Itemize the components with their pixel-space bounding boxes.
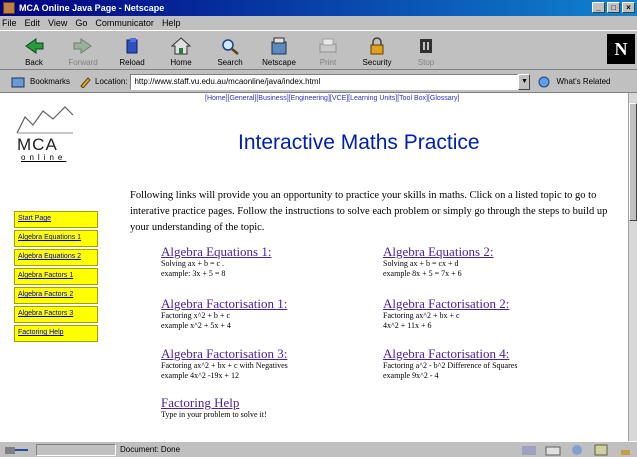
menu-view[interactable]: View: [48, 18, 67, 28]
menu-help[interactable]: Help: [162, 18, 181, 28]
security-icon: [367, 37, 387, 55]
whats-related-label: What's Related: [556, 77, 611, 86]
top-navigation-links[interactable]: [Home][General][Business][Engineering][V…: [205, 95, 459, 102]
topic-algebra-factorisation-4: Algebra Factorisation 4: Factoring a^2 -…: [383, 346, 517, 381]
print-icon: [318, 37, 338, 55]
topic-algebra-factorisation-3: Algebra Factorisation 3: Factoring ax^2 …: [161, 346, 288, 381]
scrollbar-thumb[interactable]: [629, 103, 637, 221]
stop-button[interactable]: Stop: [402, 31, 450, 69]
topic-example: example x^2 + 5x + 4: [161, 321, 231, 330]
sidebar-item-start-page[interactable]: Start Page: [14, 211, 98, 228]
forward-button[interactable]: Forward: [59, 31, 107, 69]
logo-graph-icon: [16, 106, 74, 134]
window-title-bar[interactable]: MCA Online Java Page - Netscape _ □ ×: [0, 0, 637, 16]
topic-description: Type in your problem to solve it!: [161, 410, 267, 419]
topic-description: Solving ax + b = c .: [161, 259, 225, 268]
location-icon[interactable]: [78, 76, 92, 88]
topic-algebra-equations-1: Algebra Equations 1: Solving ax + b = c …: [161, 244, 271, 279]
search-icon: [220, 37, 240, 55]
sidebar-item-algebra-factors-1[interactable]: Algebra Factors 1: [14, 268, 98, 285]
bookmarks-icon: [11, 77, 25, 87]
topic-link[interactable]: Algebra Equations 1:: [161, 244, 271, 259]
topic-example: example 8x + 5 = 7x + 6: [383, 269, 462, 278]
topic-description: Factoring ax^2 + bx + c with Negatives: [161, 361, 288, 370]
status-bar: Document: Done: [0, 441, 637, 457]
topic-link[interactable]: Algebra Factorisation 1:: [161, 296, 287, 311]
topic-link[interactable]: Factoring Help: [161, 395, 267, 410]
topic-algebra-factorisation-1: Algebra Factorisation 1: Factoring x^2 +…: [161, 296, 287, 331]
topic-link[interactable]: Algebra Factorisation 4:: [383, 346, 517, 361]
reload-icon: [122, 37, 142, 55]
netscape-app-icon: [3, 2, 15, 14]
topic-example: example 9x^2 - 4: [383, 371, 439, 380]
mca-online-logo[interactable]: MCA online: [15, 105, 80, 165]
topic-description: Factoring a^2 - b^2 Difference of Square…: [383, 361, 518, 370]
page-title: Interactive Maths Practice: [238, 131, 480, 154]
whats-related-icon: [538, 76, 550, 87]
home-button[interactable]: Home: [157, 31, 205, 69]
intro-paragraph: Following links will provide you an oppo…: [130, 190, 608, 233]
forward-arrow-icon: [73, 37, 93, 55]
progress-pane: [36, 444, 116, 456]
maximize-button[interactable]: □: [607, 2, 620, 13]
sidebar-item-algebra-equations-1[interactable]: Algebra Equations 1: [14, 230, 98, 247]
sidebar-item-factoring-help[interactable]: Factoring Help: [14, 325, 98, 342]
bookmarks-button[interactable]: Bookmarks: [10, 76, 70, 88]
reload-button[interactable]: Reload: [108, 31, 156, 69]
menu-edit[interactable]: Edit: [25, 18, 41, 28]
bookmarks-label: Bookmarks: [30, 77, 71, 86]
sidebar-item-algebra-equations-2[interactable]: Algebra Equations 2: [14, 249, 98, 266]
location-url-input[interactable]: [130, 73, 519, 90]
navigator-icon[interactable]: [521, 444, 537, 456]
status-text: Document: Done: [120, 445, 181, 454]
topic-link[interactable]: Algebra Factorisation 2:: [383, 296, 509, 311]
netscape-icon: [269, 37, 289, 55]
whats-related-button[interactable]: What's Related: [538, 76, 610, 88]
topic-factoring-help: Factoring Help Type in your problem to s…: [161, 395, 267, 420]
topic-algebra-factorisation-2: Algebra Factorisation 2: Factoring ax^2 …: [383, 296, 509, 331]
page-content[interactable]: MCA online [Home][General][Business][Eng…: [0, 93, 628, 441]
vertical-scrollbar[interactable]: [628, 93, 637, 441]
menu-bar: File Edit View Go Communicator Help: [0, 16, 637, 30]
topic-link[interactable]: Algebra Factorisation 3:: [161, 346, 288, 361]
location-bar: Bookmarks Location: ▼ What's Related: [0, 71, 637, 93]
home-icon: [171, 37, 191, 55]
sidebar-menu: Start Page Algebra Equations 1 Algebra E…: [14, 211, 98, 344]
topic-example: example 4x^2 -19x + 12: [161, 371, 240, 380]
discussion-icon[interactable]: [569, 444, 585, 456]
logo-subtitle: online: [21, 153, 67, 162]
mail-icon[interactable]: [545, 444, 561, 456]
menu-go[interactable]: Go: [75, 18, 87, 28]
topic-description: Factoring x^2 + b + c: [161, 311, 230, 320]
menu-file[interactable]: File: [2, 18, 17, 28]
location-label: Location:: [95, 77, 128, 86]
menu-communicator[interactable]: Communicator: [95, 18, 154, 28]
topic-description: Solving ax + b = cx + d: [383, 259, 459, 268]
lock-status-icon[interactable]: [617, 444, 633, 456]
stop-icon: [416, 37, 436, 55]
topic-example: 4x^2 + 11x + 6: [383, 321, 432, 330]
logo-title: MCA: [17, 135, 58, 154]
back-arrow-icon: [24, 37, 44, 55]
topic-description: Factoring ax^2 + bx + c: [383, 311, 460, 320]
sidebar-item-algebra-factors-3[interactable]: Algebra Factors 3: [14, 306, 98, 323]
sidebar-item-algebra-factors-2[interactable]: Algebra Factors 2: [14, 287, 98, 304]
composer-icon[interactable]: [593, 444, 609, 456]
topic-link[interactable]: Algebra Equations 2:: [383, 244, 493, 259]
connection-icon[interactable]: [4, 444, 30, 456]
security-button[interactable]: Security: [353, 31, 401, 69]
topic-algebra-equations-2: Algebra Equations 2: Solving ax + b = cx…: [383, 244, 493, 279]
back-button[interactable]: Back: [10, 31, 58, 69]
netscape-button[interactable]: Netscape: [255, 31, 303, 69]
search-button[interactable]: Search: [206, 31, 254, 69]
topic-example: example: 3x + 5 = 8: [161, 269, 226, 278]
navigation-toolbar: Back Forward Reload Home Search Netscape…: [0, 30, 637, 70]
close-button[interactable]: ×: [622, 2, 635, 13]
minimize-button[interactable]: _: [592, 2, 605, 13]
netscape-logo[interactable]: N: [607, 34, 635, 64]
window-title: MCA Online Java Page - Netscape: [19, 3, 165, 13]
print-button[interactable]: Print: [304, 31, 352, 69]
location-dropdown-arrow[interactable]: ▼: [518, 73, 531, 90]
component-bar: [521, 444, 633, 456]
